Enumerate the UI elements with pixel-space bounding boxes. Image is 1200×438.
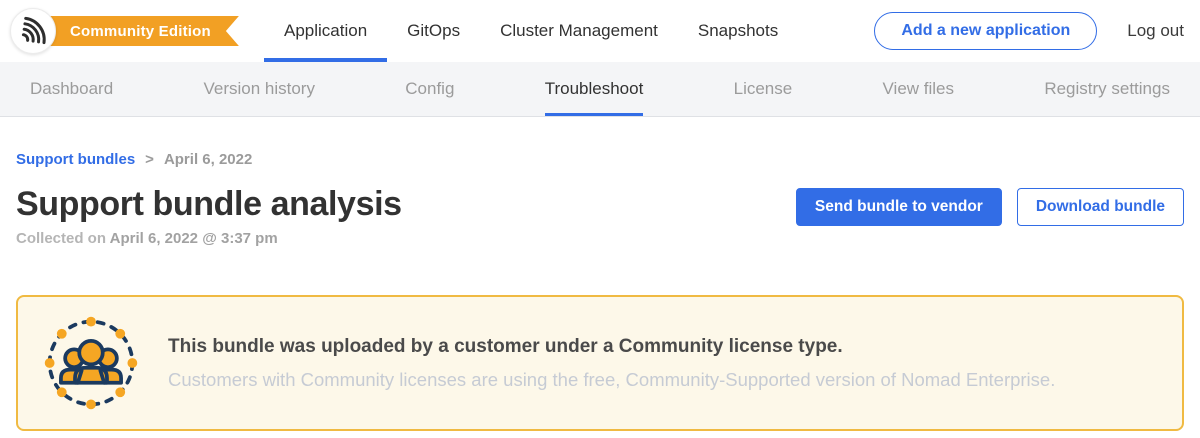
logout-link[interactable]: Log out bbox=[1127, 21, 1184, 41]
community-license-banner: This bundle was uploaded by a customer u… bbox=[16, 295, 1184, 431]
tab-troubleshoot[interactable]: Troubleshoot bbox=[545, 62, 644, 116]
main-content: Support bundles > April 6, 2022 Support … bbox=[0, 151, 1200, 431]
tab-dashboard[interactable]: Dashboard bbox=[30, 62, 113, 116]
breadcrumb-separator: > bbox=[145, 151, 154, 168]
breadcrumb: Support bundles > April 6, 2022 bbox=[16, 151, 1184, 168]
tab-license[interactable]: License bbox=[734, 62, 793, 116]
title-block: Support bundle analysis Collected on Apr… bbox=[16, 186, 402, 247]
tab-registry-settings[interactable]: Registry settings bbox=[1044, 62, 1170, 116]
replicated-logo[interactable] bbox=[10, 8, 56, 54]
banner-text: This bundle was uploaded by a customer u… bbox=[168, 336, 1055, 391]
community-edition-badge: Community Edition bbox=[30, 16, 239, 46]
collected-prefix: Collected on bbox=[16, 230, 106, 247]
breadcrumb-current: April 6, 2022 bbox=[164, 151, 252, 168]
tab-view-files[interactable]: View files bbox=[883, 62, 955, 116]
community-edition-badge-label: Community Edition bbox=[70, 23, 211, 40]
top-nav-item-snapshots[interactable]: Snapshots bbox=[678, 0, 798, 62]
add-new-application-button[interactable]: Add a new application bbox=[874, 12, 1097, 50]
header-right: Add a new application Log out bbox=[874, 12, 1200, 50]
tab-config[interactable]: Config bbox=[405, 62, 454, 116]
tab-version-history[interactable]: Version history bbox=[203, 62, 315, 116]
send-bundle-to-vendor-button[interactable]: Send bundle to vendor bbox=[796, 188, 1002, 226]
breadcrumb-support-bundles-link[interactable]: Support bundles bbox=[16, 151, 135, 168]
download-bundle-button[interactable]: Download bundle bbox=[1017, 188, 1184, 226]
collected-timestamp: Collected on April 6, 2022 @ 3:37 pm bbox=[16, 230, 402, 247]
page-title: Support bundle analysis bbox=[16, 186, 402, 223]
title-row: Support bundle analysis Collected on Apr… bbox=[16, 186, 1184, 247]
banner-body: Customers with Community licenses are us… bbox=[168, 369, 1055, 391]
app-subnav: Dashboard Version history Config Trouble… bbox=[0, 62, 1200, 117]
top-header: Community Edition Application GitOps Clu… bbox=[0, 0, 1200, 62]
collected-date: April 6, 2022 @ 3:37 pm bbox=[110, 230, 278, 247]
community-people-icon bbox=[44, 316, 138, 410]
bundle-actions: Send bundle to vendor Download bundle bbox=[796, 188, 1184, 226]
top-nav-item-gitops[interactable]: GitOps bbox=[387, 0, 480, 62]
top-nav: Application GitOps Cluster Management Sn… bbox=[264, 0, 798, 62]
top-nav-item-application[interactable]: Application bbox=[264, 0, 387, 62]
banner-heading: This bundle was uploaded by a customer u… bbox=[168, 336, 1055, 358]
replicated-logo-icon bbox=[18, 16, 48, 46]
top-nav-item-cluster-management[interactable]: Cluster Management bbox=[480, 0, 678, 62]
